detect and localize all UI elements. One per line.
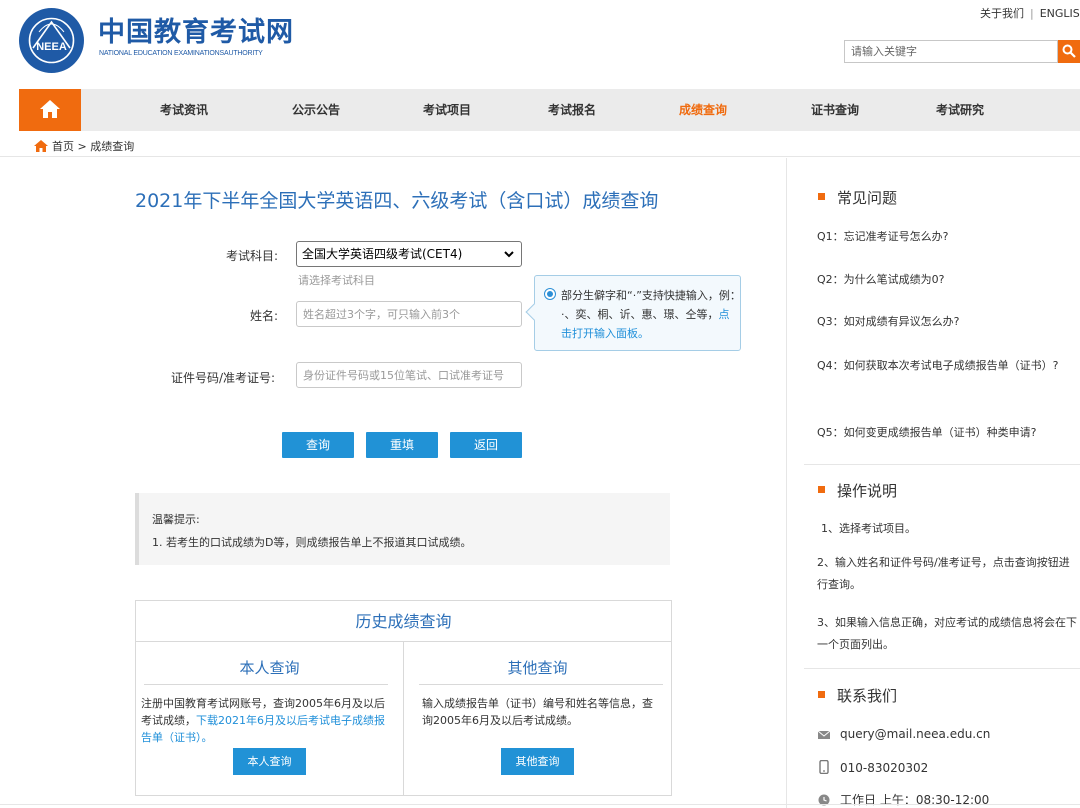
id-label: 证件号码/准考证号:	[171, 371, 276, 385]
tip-arrow	[525, 303, 543, 321]
notice-box: 温馨提示: 1. 若考生的口试成绩为D等，则成绩报告单上不报道其口试成绩。	[135, 493, 670, 565]
self-query-title: 本人查询	[239, 659, 300, 677]
square-bullet-icon	[818, 486, 825, 493]
faq-heading: 常见问题	[818, 187, 897, 208]
top-links: 关于我们 | ENGLIS	[980, 5, 1080, 21]
faq-item-4[interactable]: Q4：如何获取本次考试电子成绩报告单（证书）?	[817, 356, 1065, 376]
faq-item-1[interactable]: Q1：忘记准考证号怎么办?	[817, 227, 1072, 247]
rare-char-tip: 部分生僻字和“·”支持快捷输入，例：·、奕、桐、䜣、惠、璟、仝等，点击打开输入面…	[525, 275, 741, 351]
breadcrumb-divider	[0, 156, 1080, 157]
subject-select-value: 全国大学英语四级考试(CET4)	[302, 247, 463, 261]
nav-item-announcements[interactable]: 公示公告	[292, 89, 340, 131]
other-query-title: 其他查询	[507, 659, 568, 677]
top-links-separator: |	[1030, 7, 1034, 20]
sidebar-border	[786, 158, 787, 808]
contact-phone-value: 010-83020302	[840, 761, 929, 775]
chevron-down-icon	[504, 251, 514, 258]
ops-step-1: 1、选择考试项目。	[821, 522, 916, 535]
main-nav: 考试资讯 公示公告 考试项目 考试报名 成绩查询 证书查询 考试研究	[19, 89, 1080, 131]
nav-item-exam-research[interactable]: 考试研究	[936, 89, 984, 131]
contact-heading: 联系我们	[818, 685, 897, 706]
faq-item-5[interactable]: Q5：如何变更成绩报告单（证书）种类申请?	[817, 423, 1072, 443]
tip-text: 部分生僻字和“·”支持快捷输入，例：·、奕、桐、䜣、惠、璟、仝等，点击打开输入面…	[561, 286, 737, 343]
id-input[interactable]	[296, 362, 522, 388]
home-icon	[40, 100, 60, 118]
nav-item-exam-news[interactable]: 考试资讯	[160, 89, 208, 131]
nav-item-registration[interactable]: 考试报名	[548, 89, 596, 131]
ops-step-3: 3、如果输入信息正确，对应考试的成绩信息将会在下一个页面列出。	[817, 616, 1077, 651]
contact-hours: 工作日 上午：08:30-12:00	[818, 791, 989, 808]
other-query-button[interactable]: 其他查询	[501, 748, 574, 775]
faq-item-3[interactable]: Q3：如对成绩有异议怎么办?	[817, 312, 1072, 332]
sidebar-divider	[804, 464, 1080, 465]
logo-seal-icon: NEEA	[20, 9, 83, 72]
tip-body: 部分生僻字和“·”支持快捷输入，例：·、奕、桐、䜣、惠、璟、仝等，	[561, 289, 736, 321]
other-query-underline	[419, 684, 663, 685]
tip-radio-icon	[544, 288, 556, 300]
ops-step-2: 2、输入姓名和证件号码/准考证号，点击查询按钮进行查询。	[817, 556, 1070, 591]
self-query-text: 注册中国教育考试网账号，查询2005年6月及以后考试成绩，下载2021年6月及以…	[141, 695, 394, 746]
nav-item-exam-projects[interactable]: 考试项目	[423, 89, 471, 131]
query-button[interactable]: 查询	[282, 432, 354, 458]
search-button[interactable]	[1058, 40, 1080, 63]
reset-button[interactable]: 重填	[366, 432, 438, 458]
faq-item-2[interactable]: Q2：为什么笔试成绩为0?	[817, 270, 1072, 290]
ops-heading-label: 操作说明	[837, 482, 898, 500]
name-input[interactable]	[296, 301, 522, 327]
name-label: 姓名:	[250, 309, 279, 323]
subject-select[interactable]: 全国大学英语四级考试(CET4)	[296, 241, 522, 267]
phone-icon	[819, 759, 829, 775]
english-link[interactable]: ENGLIS	[1040, 7, 1080, 20]
notice-title: 温馨提示:	[152, 513, 200, 526]
history-divider	[403, 642, 404, 796]
neea-logo-seal[interactable]: NEEA	[19, 8, 84, 73]
page-title: 2021年下半年全国大学英语四、六级考试（含口试）成绩查询	[135, 190, 659, 212]
envelope-icon	[817, 730, 831, 739]
contact-phone: 010-83020302	[818, 759, 929, 775]
contact-heading-label: 联系我们	[837, 687, 898, 705]
back-button[interactable]: 返回	[450, 432, 522, 458]
about-us-link[interactable]: 关于我们	[980, 5, 1024, 21]
square-bullet-icon	[818, 193, 825, 200]
nav-item-score-query[interactable]: 成绩查询	[679, 89, 727, 131]
nav-item-certificate-query[interactable]: 证书查询	[811, 89, 859, 131]
sidebar-divider	[804, 668, 1080, 669]
breadcrumb: 首页 > 成绩查询	[34, 138, 134, 154]
nav-home-button[interactable]	[19, 89, 81, 131]
other-query-text: 输入成绩报告单（证书）编号和姓名等信息，查询2005年6月及以后考试成绩。	[422, 697, 653, 727]
square-bullet-icon	[818, 691, 825, 698]
page-bottom-divider	[0, 804, 1080, 805]
breadcrumb-home-link[interactable]: 首页	[52, 140, 74, 153]
site-logo-title[interactable]: 中国教育考试网	[98, 17, 294, 49]
history-title: 历史成绩查询	[136, 601, 671, 642]
contact-email: query@mail.neea.edu.cn	[817, 727, 990, 741]
history-query-panel: 历史成绩查询 本人查询 注册中国教育考试网账号，查询2005年6月及以后考试成绩…	[135, 600, 672, 796]
site-header: NEEA 中国教育考试网 NATIONAL EDUCATION EXAMINAT…	[0, 0, 1080, 88]
subject-label: 考试科目:	[226, 249, 279, 263]
subject-hint: 请选择考试科目	[298, 274, 375, 287]
self-query-button[interactable]: 本人查询	[233, 748, 306, 775]
ops-heading: 操作说明	[818, 480, 897, 501]
home-icon	[34, 140, 48, 152]
faq-heading-label: 常见问题	[837, 189, 898, 207]
site-logo-subtitle: NATIONAL EDUCATION EXAMINATIONSAUTHORITY	[99, 50, 263, 57]
breadcrumb-separator: >	[77, 140, 87, 153]
search-icon	[1062, 44, 1076, 58]
self-query-underline	[144, 684, 388, 685]
notice-text: 1. 若考生的口试成绩为D等，则成绩报告单上不报道其口试成绩。	[152, 536, 472, 549]
breadcrumb-current: 成绩查询	[90, 140, 135, 153]
search-input[interactable]	[844, 40, 1058, 63]
contact-email-value[interactable]: query@mail.neea.edu.cn	[840, 727, 990, 741]
svg-text:NEEA: NEEA	[36, 41, 67, 53]
